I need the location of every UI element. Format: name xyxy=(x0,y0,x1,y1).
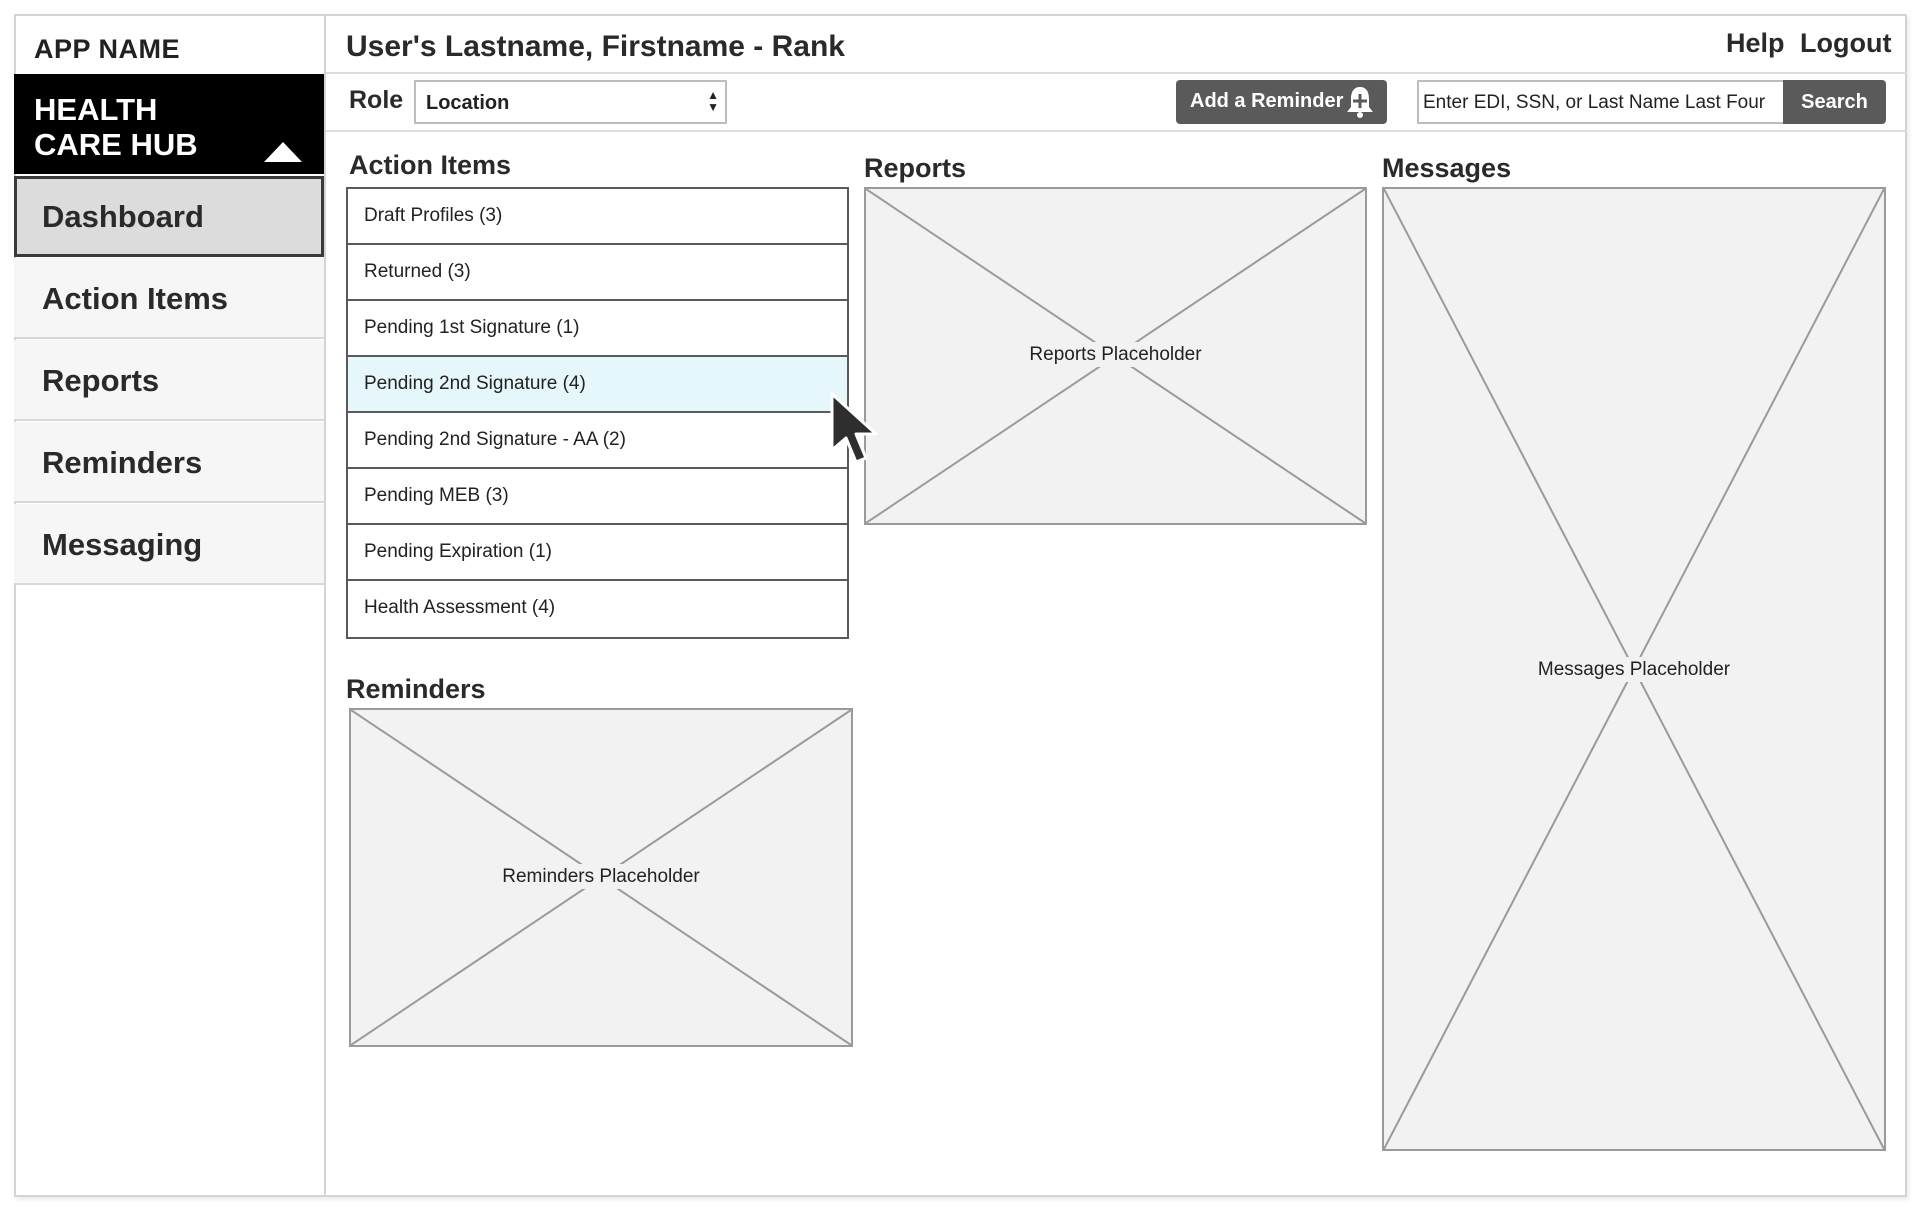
reminders-title: Reminders xyxy=(346,674,486,704)
action-item-returned[interactable]: Returned (3) xyxy=(348,245,847,301)
sidebar: APP NAME HEALTH CARE HUB Dashboard Actio… xyxy=(14,14,326,1197)
select-arrows-icon: ▲ ▼ xyxy=(707,88,719,114)
sidebar-item-messaging[interactable]: Messaging xyxy=(14,504,324,585)
toolbar: Role Location ▲ ▼ Add a Reminder Enter ED… xyxy=(326,74,1907,132)
sidebar-item-action-items[interactable]: Action Items xyxy=(14,258,324,339)
header: User's Lastname, Firstname - Rank Help L… xyxy=(326,14,1907,74)
action-item-pending-2nd-signature-aa[interactable]: Pending 2nd Signature - AA (2) xyxy=(348,413,847,469)
messages-placeholder: Messages Placeholder xyxy=(1382,187,1886,1151)
help-link[interactable]: Help xyxy=(1726,28,1785,59)
sidebar-item-label: Action Items xyxy=(42,281,229,316)
role-label: Role xyxy=(349,86,404,114)
messages-placeholder-label: Messages Placeholder xyxy=(1533,657,1735,682)
action-item-health-assessment[interactable]: Health Assessment (4) xyxy=(348,581,847,637)
action-item-pending-2nd-signature[interactable]: Pending 2nd Signature (4) xyxy=(348,357,847,413)
collapse-arrow-icon[interactable] xyxy=(264,142,302,162)
action-item-pending-meb[interactable]: Pending MEB (3) xyxy=(348,469,847,525)
sidebar-item-label: Dashboard xyxy=(42,199,204,234)
action-item-pending-1st-signature[interactable]: Pending 1st Signature (1) xyxy=(348,301,847,357)
location-select-value: Location xyxy=(426,92,510,114)
reminders-placeholder-label: Reminders Placeholder xyxy=(498,864,704,889)
messages-title: Messages xyxy=(1382,153,1512,183)
user-title: User's Lastname, Firstname - Rank xyxy=(346,30,845,63)
sidebar-item-label: Messaging xyxy=(42,527,203,562)
action-items-list: Draft Profiles (3) Returned (3) Pending … xyxy=(346,187,849,639)
reports-placeholder-label: Reports Placeholder xyxy=(1025,342,1206,367)
add-reminder-button[interactable]: Add a Reminder xyxy=(1176,80,1387,124)
location-select[interactable]: Location ▲ ▼ xyxy=(414,80,727,124)
app-name: APP NAME xyxy=(34,34,181,64)
mouse-cursor-icon xyxy=(830,392,878,464)
sidebar-item-dashboard[interactable]: Dashboard xyxy=(14,176,324,257)
add-reminder-label: Add a Reminder xyxy=(1190,90,1344,112)
bell-plus-icon xyxy=(1347,87,1373,118)
action-item-pending-expiration[interactable]: Pending Expiration (1) xyxy=(348,525,847,581)
action-item-draft-profiles[interactable]: Draft Profiles (3) xyxy=(348,189,847,245)
sidebar-item-label: Reports xyxy=(42,363,160,398)
reminders-placeholder: Reminders Placeholder xyxy=(349,708,853,1047)
reports-title: Reports xyxy=(864,153,967,183)
reports-placeholder: Reports Placeholder xyxy=(864,187,1367,525)
sidebar-item-reports[interactable]: Reports xyxy=(14,340,324,421)
action-items-title: Action Items xyxy=(349,150,512,180)
sidebar-item-label: Reminders xyxy=(42,445,203,480)
logout-link[interactable]: Logout xyxy=(1800,28,1891,59)
search-input[interactable]: Enter EDI, SSN, or Last Name Last Four xyxy=(1417,80,1783,124)
search-button[interactable]: Search xyxy=(1783,80,1886,124)
hub-header[interactable]: HEALTH CARE HUB xyxy=(14,74,324,174)
hub-title: HEALTH CARE HUB xyxy=(34,92,198,162)
sidebar-item-reminders[interactable]: Reminders xyxy=(14,422,324,503)
